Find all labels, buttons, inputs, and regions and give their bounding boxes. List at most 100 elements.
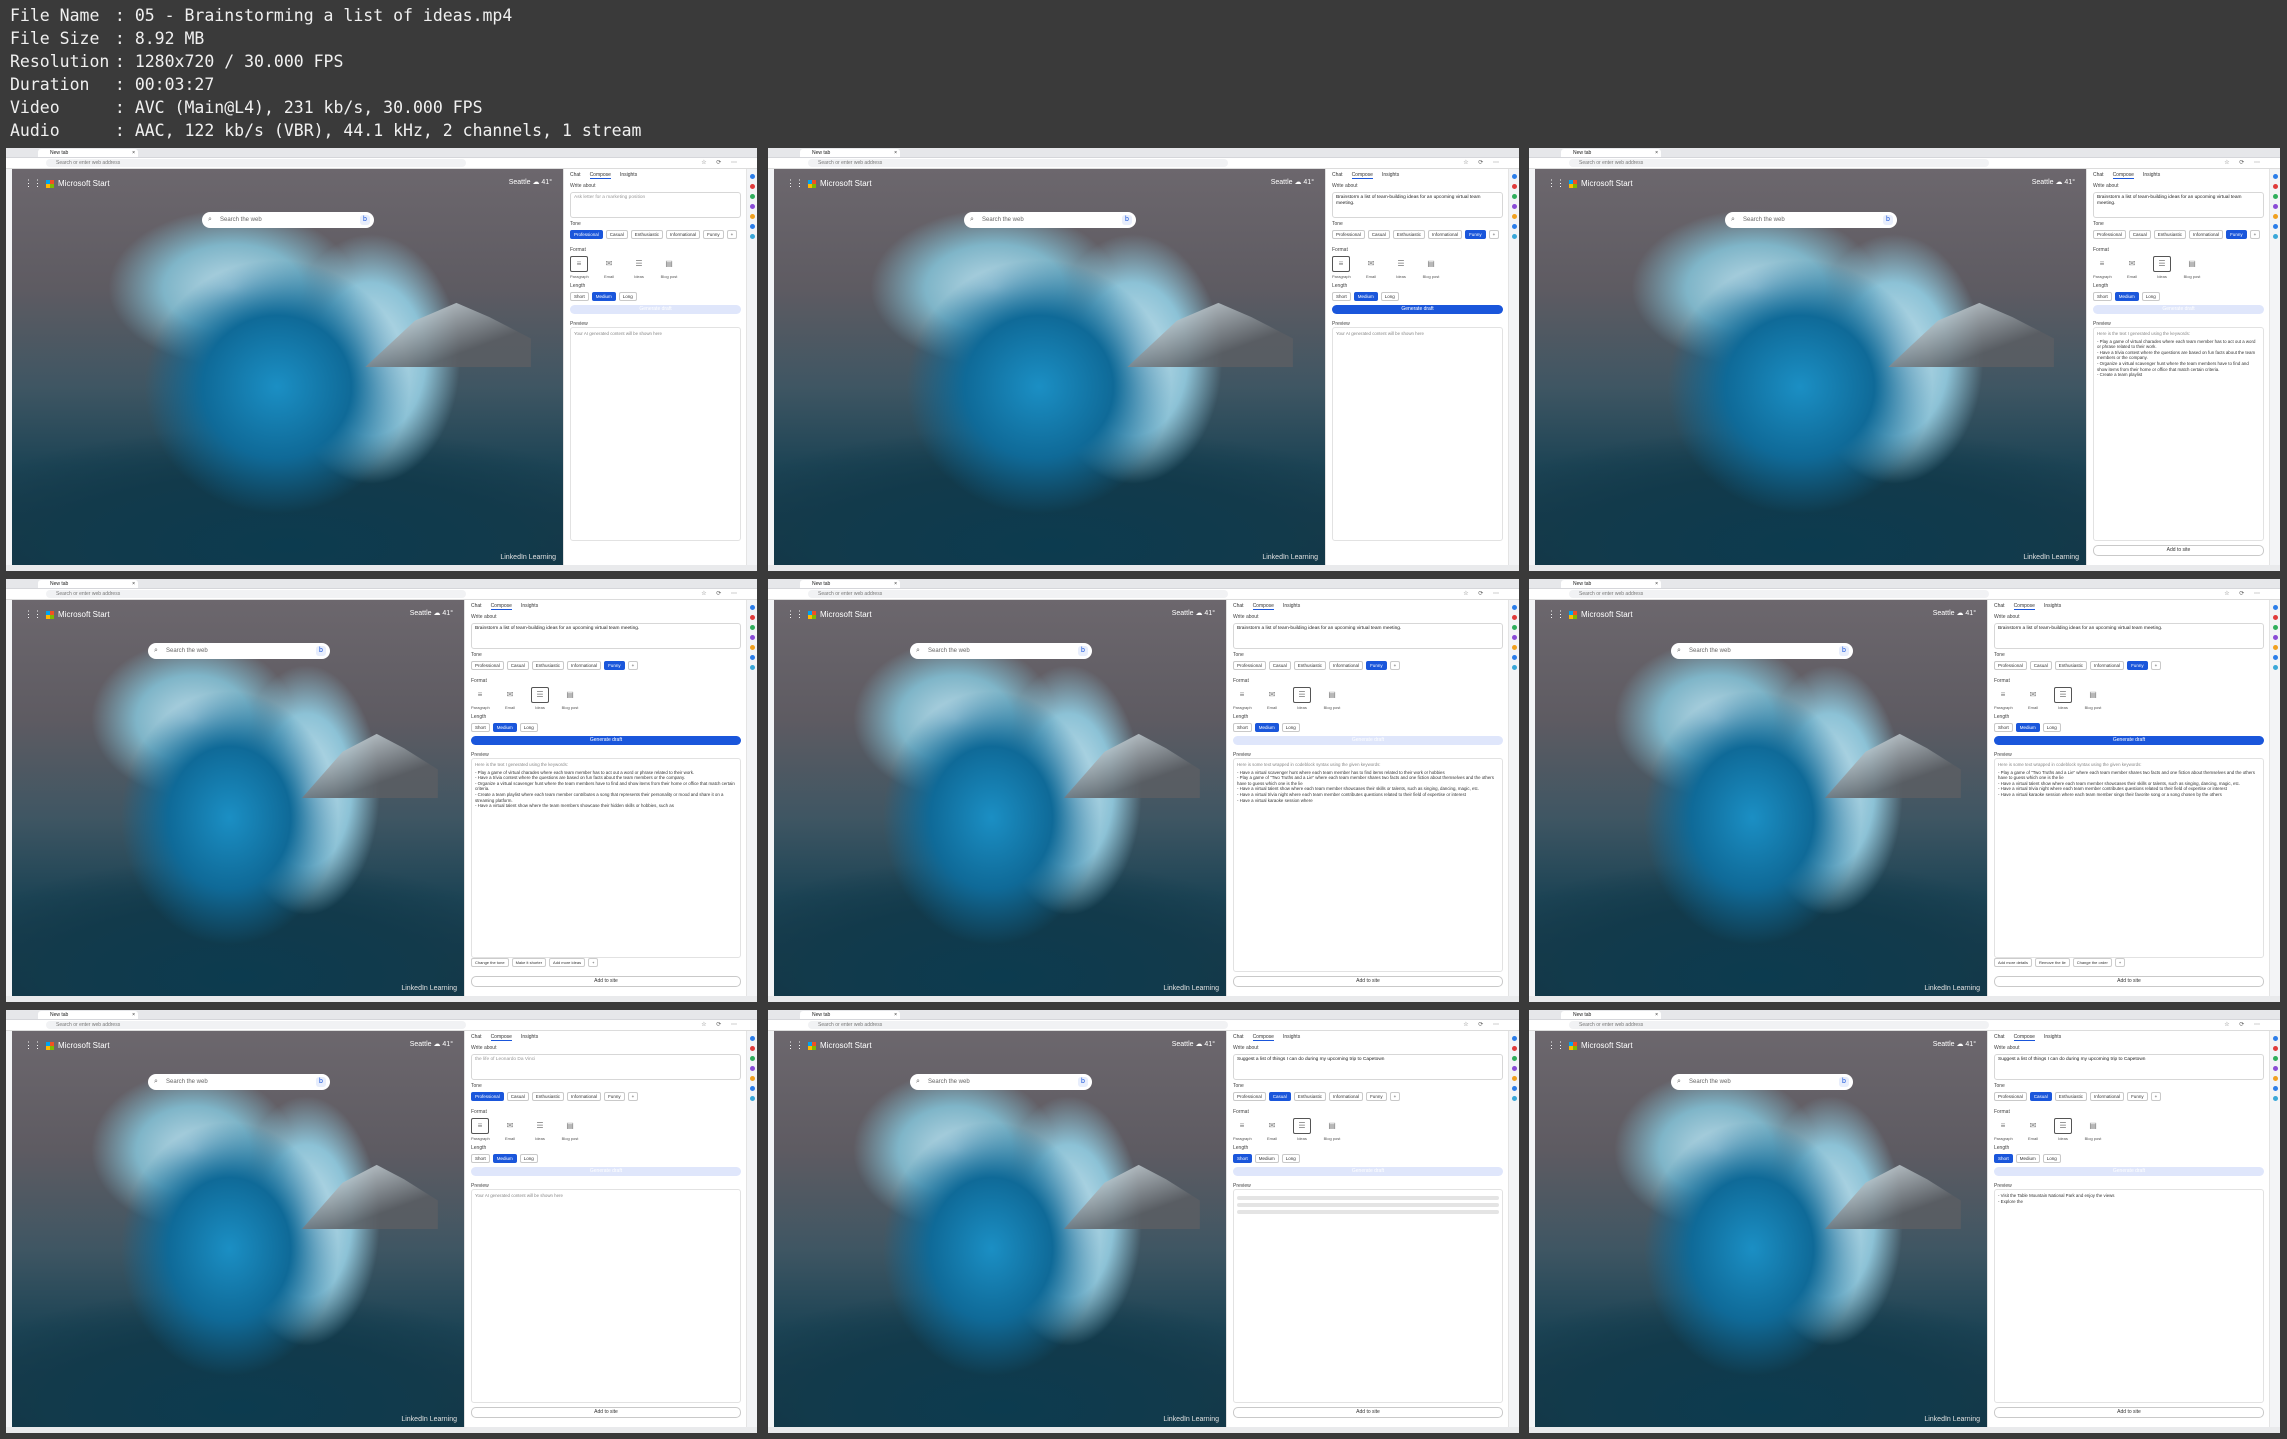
rail-app-icon[interactable] [749,234,755,239]
apps-grid-icon[interactable]: ⋮⋮ [1547,1040,1565,1051]
format-option[interactable]: ✉ Email [501,687,519,710]
search-input[interactable]: ⌕ Search the web b [910,643,1092,659]
format-option[interactable]: ▤ Blog post [561,687,579,710]
browser-tab[interactable]: New tab × [800,149,900,157]
rail-app-icon[interactable] [749,1076,755,1081]
rail-app-icon[interactable] [1511,625,1517,630]
tone-chip[interactable]: Casual [1367,230,1390,239]
generate-draft-button[interactable]: Generate draft [1994,1167,2264,1176]
rail-app-icon[interactable] [2272,635,2278,640]
browser-tab[interactable]: New tab × [1561,149,1661,157]
weather-widget[interactable]: Seattle ☁ 41° [1933,1040,1976,1048]
search-input[interactable]: ⌕ Search the web b [910,1074,1092,1090]
tone-chip[interactable]: Professional [570,230,603,239]
format-option[interactable]: ≡ Paragraph [471,687,490,710]
format-option[interactable]: ✉ Email [2024,687,2042,710]
tone-chip[interactable]: Casual [506,1092,529,1101]
generate-draft-button[interactable]: Generate draft [570,305,741,314]
search-input[interactable]: ⌕ Search the web b [1671,1074,1853,1090]
rail-app-icon[interactable] [1511,635,1517,640]
add-to-site-button[interactable]: Add to site [1994,976,2264,987]
rail-app-icon[interactable] [2272,1086,2278,1091]
format-option[interactable]: ▤ Blog post [660,256,678,279]
tab-compose[interactable]: Compose [1252,603,1274,610]
weather-widget[interactable]: Seattle ☁ 41° [509,178,552,186]
rail-app-icon[interactable] [1511,615,1517,620]
format-option[interactable]: ≡ Paragraph [1233,1118,1252,1141]
rail-app-icon[interactable] [1511,645,1517,650]
tab-insights[interactable]: Insights [1283,603,1300,610]
tone-chip[interactable]: + [2150,1092,2162,1101]
tab-chat[interactable]: Chat [471,603,482,610]
close-icon[interactable]: × [1655,580,1658,588]
suggestion-chip[interactable]: + [2114,958,2126,967]
rail-app-icon[interactable] [1511,234,1517,239]
url-input[interactable]: Search or enter web address [808,590,1228,598]
rail-app-icon[interactable] [1511,1046,1517,1051]
tone-chip[interactable]: Enthusiastic [1392,230,1426,239]
length-chip[interactable]: Medium [1353,292,1378,301]
format-option[interactable]: ✉ Email [600,256,618,279]
rail-app-icon[interactable] [749,615,755,620]
format-option[interactable]: ▤ Blog post [1323,687,1341,710]
generate-draft-button[interactable]: Generate draft [1233,736,1503,745]
url-input[interactable]: Search or enter web address [1569,159,1989,167]
format-option[interactable]: ≡ Paragraph [570,256,589,279]
tone-chip[interactable]: Enthusiastic [531,661,565,670]
rail-app-icon[interactable] [749,625,755,630]
tab-insights[interactable]: Insights [2044,1034,2061,1041]
weather-widget[interactable]: Seattle ☁ 41° [410,1040,453,1048]
bing-icon[interactable]: b [1078,1077,1088,1087]
weather-widget[interactable]: Seattle ☁ 41° [410,609,453,617]
close-icon[interactable]: × [132,1011,135,1019]
format-option[interactable]: ☰ Ideas [1293,687,1311,710]
rail-app-icon[interactable] [749,1056,755,1061]
write-about-input[interactable]: Suggest a list of things I can do during… [1233,1054,1503,1080]
rail-app-icon[interactable] [749,1046,755,1051]
format-option[interactable]: ☰ Ideas [2054,687,2072,710]
format-option[interactable]: ≡ Paragraph [471,1118,490,1141]
tone-chip[interactable]: Informational [567,661,602,670]
format-option[interactable]: ≡ Paragraph [1994,687,2013,710]
url-input[interactable]: Search or enter web address [46,1021,466,1029]
weather-widget[interactable]: Seattle ☁ 41° [2032,178,2075,186]
write-about-input[interactable]: Ask letter for a marketing position [570,192,741,218]
length-chip[interactable]: Medium [2114,292,2139,301]
length-chip[interactable]: Medium [2015,1154,2040,1163]
rail-app-icon[interactable] [2272,1056,2278,1061]
rail-app-icon[interactable] [749,174,755,179]
rail-app-icon[interactable] [1511,204,1517,209]
tone-chip[interactable]: Funny [2127,661,2148,670]
apps-grid-icon[interactable]: ⋮⋮ [1547,178,1565,189]
close-icon[interactable]: × [894,580,897,588]
tone-chip[interactable]: Professional [471,661,504,670]
tone-chip[interactable]: Enthusiastic [2054,1092,2088,1101]
tone-chip[interactable]: Enthusiastic [531,1092,565,1101]
tone-chip[interactable]: Informational [2189,230,2224,239]
close-icon[interactable]: × [894,1011,897,1019]
length-chip[interactable]: Medium [1254,723,1279,732]
browser-tab[interactable]: New tab × [38,580,138,588]
tone-chip[interactable]: Casual [1268,1092,1291,1101]
search-input[interactable]: ⌕ Search the web b [148,643,330,659]
tone-chip[interactable]: Casual [2128,230,2151,239]
write-about-input[interactable]: Suggest a list of things I can do during… [1994,1054,2264,1080]
search-input[interactable]: ⌕ Search the web b [1725,212,1897,228]
bing-icon[interactable]: b [316,646,326,656]
tone-chip[interactable]: Enthusiastic [1293,1092,1327,1101]
browser-tab[interactable]: New tab × [1561,1011,1661,1019]
tone-chip[interactable]: Informational [567,1092,602,1101]
rail-app-icon[interactable] [2272,605,2278,610]
length-chip[interactable]: Short [1332,292,1351,301]
tone-chip[interactable]: Casual [506,661,529,670]
length-chip[interactable]: Short [1994,1154,2013,1163]
tab-compose[interactable]: Compose [2112,172,2134,179]
write-about-input[interactable]: Brainstorm a list of team-building ideas… [2093,192,2264,218]
format-option[interactable]: ☰ Ideas [630,256,648,279]
tab-compose[interactable]: Compose [490,603,512,610]
tone-chip[interactable]: Professional [2093,230,2126,239]
rail-app-icon[interactable] [1511,184,1517,189]
tone-chip[interactable]: Funny [703,230,724,239]
browser-tab[interactable]: New tab × [38,149,138,157]
tone-chip[interactable]: Professional [1994,1092,2027,1101]
